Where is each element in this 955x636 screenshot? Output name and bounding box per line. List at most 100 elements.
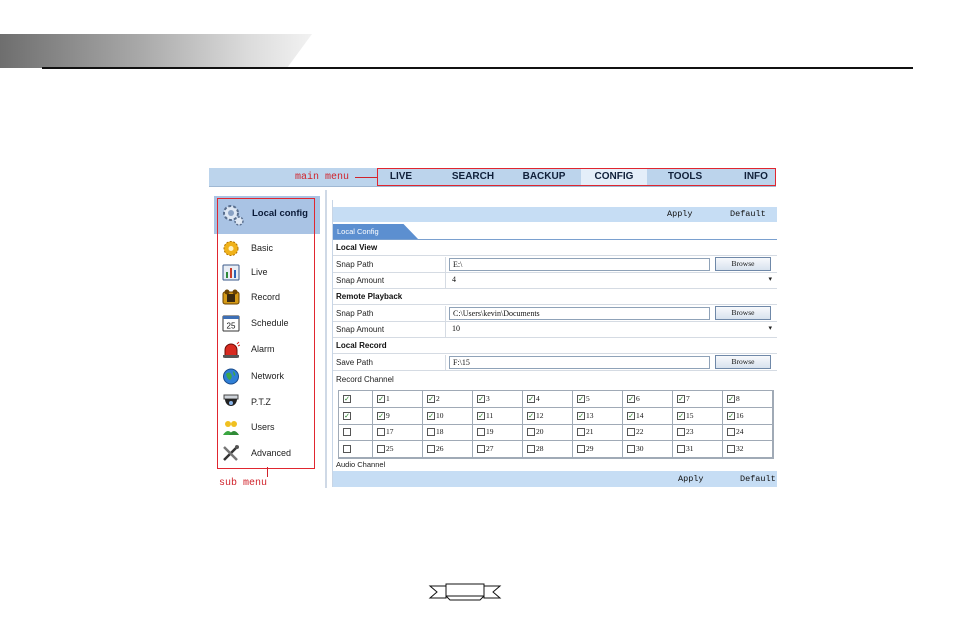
dropdown-arrow-icon[interactable]: ▾: [768, 324, 772, 332]
record-channel-grid: ✓ ✓ 1 ✓ 2 ✓ 3 ✓ 4 ✓ 5 ✓ 6 ✓ 7 ✓ 8 ✓ ✓ 9 ✓ 10 ✓ 11 ✓ 12 ✓ 13 ✓ 14 ✓ 15 ✓ 1…: [338, 390, 774, 459]
channel-checkbox[interactable]: [427, 428, 435, 436]
channel-checkbox[interactable]: [677, 444, 685, 453]
save-path-browse-button[interactable]: Browse: [715, 355, 771, 369]
remote-snap-path-row: Snap Path C:\Users\kevin\Documents Brows…: [333, 306, 777, 322]
local-view-snap-path-input[interactable]: E:\: [449, 258, 710, 271]
local-config-panel: Apply Default Local Config Local View Sn…: [332, 200, 777, 487]
channel-cell: 24: [723, 424, 773, 441]
local-view-snap-amount-select[interactable]: 4: [449, 274, 772, 285]
channel-number: 10: [436, 410, 444, 420]
channel-checkbox[interactable]: ✓: [343, 395, 351, 403]
remote-snap-path-input[interactable]: C:\Users\kevin\Documents: [449, 307, 710, 320]
channel-cell: ✓ 9: [373, 407, 423, 425]
channel-cell: [339, 424, 373, 441]
local-view-browse-button[interactable]: Browse: [715, 257, 771, 271]
default-button-bottom[interactable]: Default: [740, 474, 776, 484]
channel-checkbox[interactable]: ✓: [577, 395, 585, 403]
remote-browse-button[interactable]: Browse: [715, 306, 771, 320]
page-header-band: [0, 34, 312, 68]
channel-cell: ✓ 1: [373, 391, 423, 408]
channel-number: 20: [536, 427, 544, 436]
channel-cell: 30: [623, 440, 673, 458]
channel-checkbox[interactable]: [727, 444, 735, 453]
channel-checkbox[interactable]: [343, 444, 351, 453]
tab-local-config[interactable]: Local Config: [333, 224, 419, 240]
channel-cell: ✓ 6: [623, 391, 673, 408]
save-path-input[interactable]: F:\15: [449, 356, 710, 369]
local-view-snap-amount-row: Snap Amount 4 ▾: [333, 273, 777, 289]
dvr-config-screenshot: LIVE SEARCH BACKUP CONFIG TOOLS INFO mai…: [209, 168, 777, 489]
bottom-action-bar: Apply Default: [333, 471, 777, 487]
channel-checkbox[interactable]: [477, 428, 485, 436]
channel-checkbox[interactable]: [377, 428, 385, 436]
channel-checkbox[interactable]: [577, 428, 585, 436]
channel-checkbox[interactable]: [727, 428, 735, 436]
channel-number: 32: [736, 443, 744, 453]
channel-checkbox[interactable]: [627, 428, 635, 436]
channel-checkbox[interactable]: [343, 428, 351, 436]
channel-cell: 27: [473, 440, 523, 458]
channel-checkbox[interactable]: [677, 428, 685, 436]
channel-checkbox[interactable]: ✓: [477, 411, 485, 420]
channel-checkbox[interactable]: ✓: [427, 395, 435, 403]
field-label: Save Path: [336, 358, 373, 367]
channel-cell: ✓: [339, 391, 373, 408]
dropdown-arrow-icon[interactable]: ▾: [768, 275, 772, 283]
channel-checkbox[interactable]: ✓: [627, 411, 635, 420]
selected-value: 10: [452, 324, 460, 333]
default-button[interactable]: Default: [730, 209, 766, 219]
remote-snap-amount-select[interactable]: 10: [449, 323, 772, 334]
selected-value: 4: [452, 275, 456, 284]
channel-number: 11: [486, 410, 494, 420]
channel-number: 21: [586, 427, 594, 436]
channel-cell: ✓ 7: [673, 391, 723, 408]
channel-cell: 20: [523, 424, 573, 441]
channel-number: 30: [636, 443, 644, 453]
channel-cell: ✓ 11: [473, 407, 523, 425]
channel-checkbox[interactable]: ✓: [577, 411, 585, 420]
channel-checkbox[interactable]: ✓: [377, 411, 385, 420]
main-menu-highlight: [377, 168, 776, 186]
channel-checkbox[interactable]: ✓: [527, 411, 535, 420]
channel-checkbox[interactable]: [377, 444, 385, 453]
channel-checkbox[interactable]: ✓: [727, 411, 735, 420]
channel-checkbox[interactable]: ✓: [343, 411, 351, 420]
local-view-snap-path-row: Snap Path E:\ Browse: [333, 257, 777, 273]
section-title: Local Record: [336, 341, 387, 350]
channel-cell: [339, 440, 373, 458]
channel-number: 28: [536, 443, 544, 453]
channel-cell: ✓ 15: [673, 407, 723, 425]
sub-menu-annotation: sub menu: [219, 478, 268, 489]
channel-cell: ✓ 4: [523, 391, 573, 408]
channel-number: 26: [436, 443, 444, 453]
channel-checkbox[interactable]: ✓: [427, 411, 435, 420]
apply-button[interactable]: Apply: [667, 209, 693, 219]
channel-checkbox[interactable]: [627, 444, 635, 453]
channel-cell: 19: [473, 424, 523, 441]
channel-cell: ✓ 13: [573, 407, 623, 425]
channel-number: 6: [636, 394, 640, 403]
channel-checkbox[interactable]: ✓: [527, 395, 535, 403]
channel-checkbox[interactable]: ✓: [677, 395, 685, 403]
channel-checkbox[interactable]: ✓: [627, 395, 635, 403]
channel-checkbox[interactable]: ✓: [377, 395, 385, 403]
channel-checkbox[interactable]: [577, 444, 585, 453]
channel-checkbox[interactable]: ✓: [677, 411, 685, 420]
channel-cell: ✓ 10: [423, 407, 473, 425]
channel-cell: 28: [523, 440, 573, 458]
sidebar-divider: [325, 190, 327, 488]
channel-checkbox[interactable]: ✓: [477, 395, 485, 403]
section-title: Remote Playback: [336, 292, 403, 301]
channel-checkbox[interactable]: [477, 444, 485, 453]
channel-cell: ✓: [339, 407, 373, 425]
channel-cell: 31: [673, 440, 723, 458]
channel-checkbox[interactable]: [527, 444, 535, 453]
channel-cell: 18: [423, 424, 473, 441]
channel-cell: ✓ 8: [723, 391, 773, 408]
apply-button-bottom[interactable]: Apply: [678, 474, 704, 484]
channel-number: 24: [736, 427, 744, 436]
channel-checkbox[interactable]: ✓: [727, 395, 735, 403]
channel-number: 4: [536, 394, 540, 403]
channel-checkbox[interactable]: [427, 444, 435, 453]
channel-checkbox[interactable]: [527, 428, 535, 436]
